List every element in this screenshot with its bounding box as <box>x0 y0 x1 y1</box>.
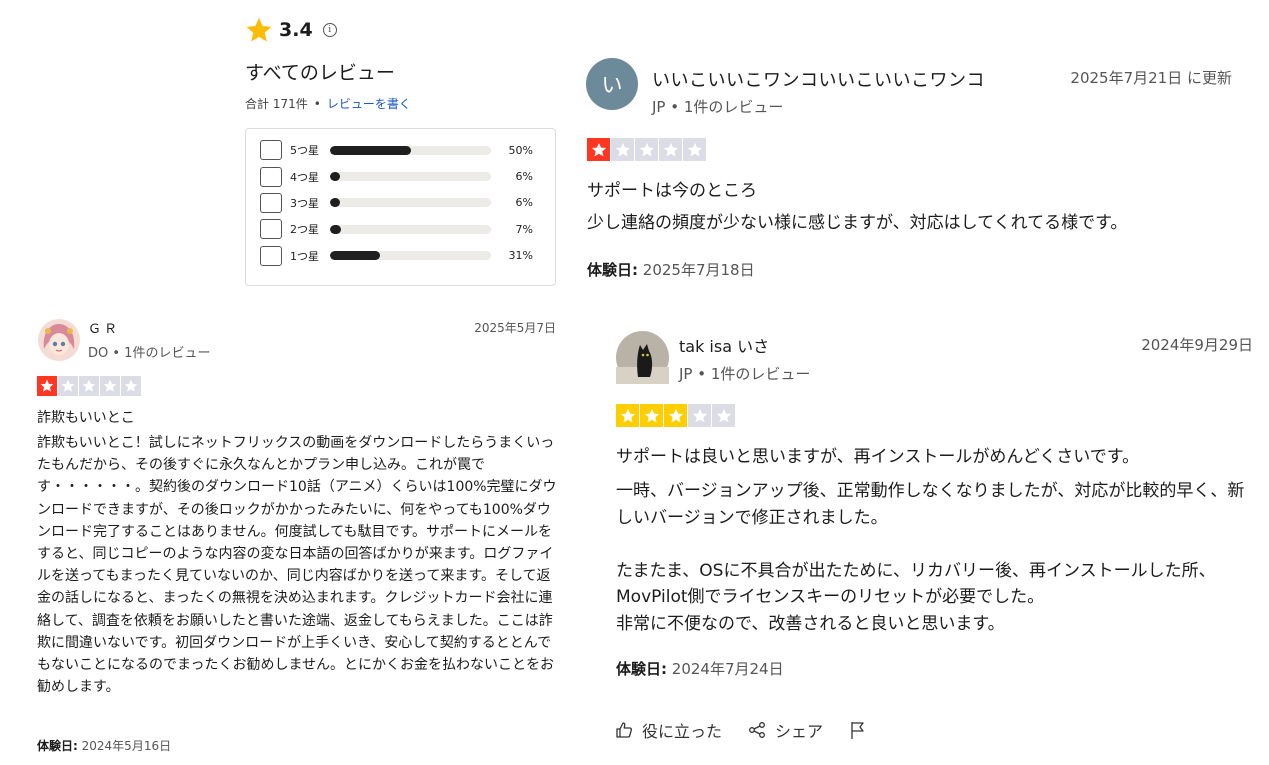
review-title[interactable]: 詐欺もいいとこ <box>37 407 135 427</box>
distribution-percent: 6% <box>515 170 533 184</box>
distribution-percent: 7% <box>515 222 533 236</box>
empty-star-icon <box>659 138 682 161</box>
reviewer-meta: DO • 1件のレビュー <box>88 346 211 361</box>
review-title[interactable]: サポートは良いと思いますが、再インストールがめんどくさいです。 <box>616 442 1139 467</box>
empty-star-icon <box>683 138 706 161</box>
report-button[interactable] <box>849 720 876 740</box>
empty-star-icon <box>688 404 711 427</box>
distribution-bar-fill <box>330 172 340 182</box>
star-icon <box>246 17 272 42</box>
review-date: 2024年9月29日 <box>1141 336 1253 354</box>
reviewer-name[interactable]: tak isa いさ <box>679 333 769 357</box>
empty-star-icon <box>79 376 99 396</box>
distribution-bar-fill <box>330 145 411 155</box>
review-summary: 3.4 i すべてのレビュー 合計 171件 • レビューを書く 5つ星 50% 4… <box>245 14 557 286</box>
review-card: tak isa いさ 2024年9月29日 JP • 1件のレビュー サポートは… <box>615 330 1255 750</box>
experience-date: 体験日: 2025年7月18日 <box>587 259 755 280</box>
write-review-link[interactable]: レビューを書く <box>327 95 411 112</box>
info-icon[interactable]: i <box>322 23 337 37</box>
experience-date: 体験日: 2024年5月16日 <box>37 737 171 754</box>
reviewer-meta: JP • 1件のレビュー <box>679 365 811 383</box>
star-level-label: 4つ星 <box>290 170 319 184</box>
reviews-heading: すべてのレビュー <box>245 62 395 84</box>
distribution-percent: 50% <box>508 143 533 157</box>
filled-star-icon <box>616 404 639 427</box>
distribution-bar <box>330 224 491 234</box>
flag-icon <box>851 722 864 739</box>
rating-distribution: 5つ星 50% 4つ星 6% 3つ星 6% 2つ星 7% 1つ星 31% <box>245 128 556 286</box>
star-rating <box>587 138 707 161</box>
filter-checkbox[interactable] <box>260 219 282 240</box>
star-level-label: 1つ星 <box>290 249 319 263</box>
star-rating <box>616 404 736 427</box>
reviewer-meta: JP • 1件のレビュー <box>652 98 784 116</box>
avatar[interactable]: い <box>586 58 638 110</box>
experience-value: 2024年5月16日 <box>81 739 172 753</box>
review-body: 詐欺もいいとこ！試しにネットフリックスの動画をダウンロードしたらうまくいったもん… <box>37 435 557 696</box>
share-icon <box>749 722 765 738</box>
distribution-row[interactable]: 3つ星 6% <box>260 190 541 216</box>
thumbs-up-icon <box>616 722 633 738</box>
filled-star-icon <box>640 404 663 427</box>
filter-checkbox[interactable] <box>260 245 282 266</box>
star-rating <box>37 376 142 396</box>
empty-star-icon <box>712 404 735 427</box>
star-level-label: 2つ星 <box>290 223 319 237</box>
distribution-row[interactable]: 2つ星 7% <box>260 216 541 242</box>
filled-star-icon <box>587 138 610 161</box>
filled-star-icon <box>37 376 57 396</box>
helpful-label: 役に立った <box>642 722 723 741</box>
experience-label: 体験日: <box>587 261 638 279</box>
review-title[interactable]: サポートは今のところ <box>587 176 757 201</box>
share-label: シェア <box>775 722 824 741</box>
filter-checkbox[interactable] <box>260 192 282 213</box>
filled-star-icon <box>664 404 687 427</box>
share-button[interactable]: シェア <box>748 718 823 742</box>
experience-date: 体験日: 2024年7月24日 <box>616 658 784 679</box>
distribution-bar <box>330 198 491 208</box>
review-date: 2025年7月21日 に更新 <box>1070 69 1232 87</box>
distribution-row[interactable]: 4つ星 6% <box>260 163 541 189</box>
review-body: 一時、バージョンアップ後、正常動作しなくなりましたが、対応が比較的早く、新しいバ… <box>616 481 1245 634</box>
review-actions: 役に立った シェア <box>615 718 902 742</box>
review-card: ＧＲ 2025年5月7日 DO • 1件のレビュー 詐欺もいいとこ 詐欺もいいと… <box>36 318 558 758</box>
distribution-percent: 31% <box>508 249 533 263</box>
filter-checkbox[interactable] <box>260 166 282 187</box>
empty-star-icon <box>611 138 634 161</box>
distribution-bar-fill <box>330 251 380 261</box>
distribution-bar <box>330 172 491 182</box>
empty-star-icon <box>635 138 658 161</box>
distribution-percent: 6% <box>515 196 533 210</box>
average-rating: 3.4 <box>279 19 313 41</box>
black-cat-avatar-icon[interactable] <box>616 331 669 384</box>
star-level-label: 3つ星 <box>290 196 319 210</box>
reviewer-name[interactable]: いいこいいこワンコいいこいいこワンコ <box>652 66 985 92</box>
experience-value: 2025年7月18日 <box>642 261 755 279</box>
empty-star-icon <box>121 376 141 396</box>
star-level-label: 5つ星 <box>290 144 319 158</box>
anime-character-avatar-icon[interactable] <box>38 319 80 361</box>
distribution-row[interactable]: 1つ星 31% <box>260 243 541 269</box>
reviewer-name[interactable]: ＧＲ <box>88 318 120 337</box>
separator-dot: • <box>313 96 321 111</box>
rating-row: 3.4 i <box>245 14 557 46</box>
empty-star-icon <box>58 376 78 396</box>
experience-label: 体験日: <box>37 739 78 753</box>
distribution-bar <box>330 145 491 155</box>
helpful-button[interactable]: 役に立った <box>615 718 722 742</box>
review-card: い いいこいいこワンコいいこいいこワンコ 2025年7月21日 に更新 JP •… <box>586 58 1236 288</box>
review-body: 少し連絡の頻度が少ない様に感じますが、対応はしてくれてる様です。 <box>587 213 1128 233</box>
distribution-bar-fill <box>330 224 342 234</box>
total-reviews: 合計 171件 <box>245 97 308 111</box>
distribution-row[interactable]: 5つ星 50% <box>260 137 541 163</box>
experience-label: 体験日: <box>616 660 667 678</box>
distribution-bar <box>330 251 491 261</box>
summary-meta: 合計 171件 • レビューを書く <box>245 95 557 112</box>
filter-checkbox[interactable] <box>260 140 282 161</box>
distribution-bar-fill <box>330 198 340 208</box>
experience-value: 2024年7月24日 <box>671 660 784 678</box>
empty-star-icon <box>100 376 120 396</box>
review-date: 2025年5月7日 <box>474 321 556 335</box>
